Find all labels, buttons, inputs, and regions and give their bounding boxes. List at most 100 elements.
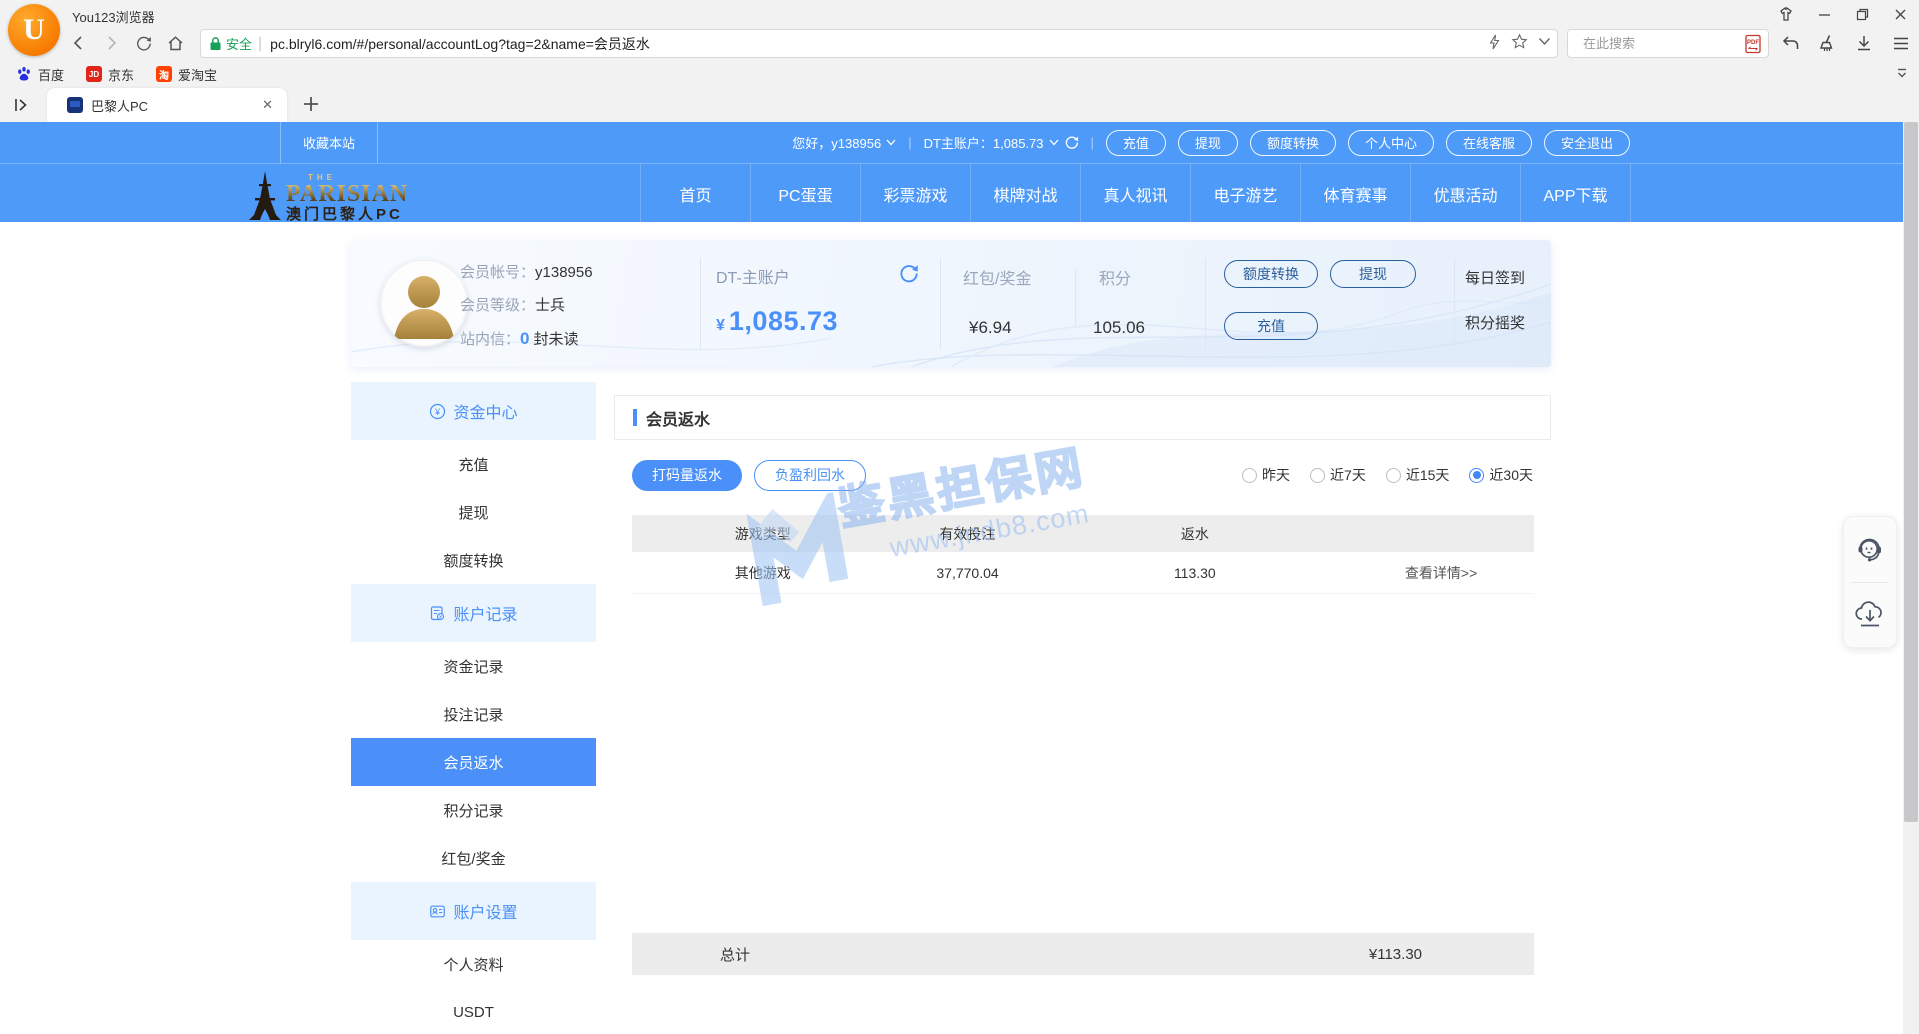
bookmark-baidu[interactable]: 百度 (16, 65, 64, 84)
total-value: ¥113.30 (1369, 946, 1422, 963)
menu-tool-icon[interactable] (1889, 32, 1913, 56)
bookmark-star-icon[interactable] (1511, 33, 1528, 50)
eiffel-tower-icon (248, 170, 282, 222)
taobao-icon: 淘 (156, 66, 172, 82)
security-label: 安全 (226, 34, 252, 53)
new-tab-button[interactable] (300, 93, 322, 115)
sidebar-item-withdraw[interactable]: 提现 (351, 488, 596, 536)
restore-button[interactable] (1851, 4, 1873, 24)
tab-loss-rebate[interactable]: 负盈利回水 (754, 460, 866, 491)
browser-tab[interactable]: 巴黎人PC ✕ (47, 88, 287, 122)
sidebar-item-points-records[interactable]: 积分记录 (351, 786, 596, 834)
sidebar-item-member-rebate[interactable]: 会员返水 (351, 738, 596, 786)
topbar-profile-button[interactable]: 个人中心 (1348, 130, 1434, 156)
card-transfer-button[interactable]: 额度转换 (1224, 260, 1318, 288)
sidebar-item-bet-records[interactable]: 投注记录 (351, 690, 596, 738)
view-details-link[interactable]: 查看详情>> (1348, 563, 1534, 583)
topbar-logout-button[interactable]: 安全退出 (1544, 130, 1630, 156)
range-7days[interactable]: 近7天 (1310, 465, 1366, 485)
refresh-balance-icon[interactable] (1064, 135, 1079, 150)
range-15days[interactable]: 近15天 (1386, 465, 1450, 485)
app-download-button[interactable] (1844, 583, 1896, 648)
nav-item-promos[interactable]: 优惠活动 (1410, 164, 1520, 223)
tab-volume-rebate[interactable]: 打码量返水 (632, 460, 742, 491)
chevron-down-icon (1049, 139, 1059, 146)
avatar[interactable] (380, 259, 468, 347)
card-withdraw-button[interactable]: 提现 (1330, 260, 1416, 288)
nav-item-sports[interactable]: 体育赛事 (1300, 164, 1410, 223)
forward-icon[interactable] (98, 30, 124, 56)
headset-icon (1855, 534, 1885, 564)
nav-item-app[interactable]: APP下载 (1520, 164, 1630, 223)
bookmark-taobao[interactable]: 淘 爱淘宝 (156, 65, 217, 84)
sidebar-item-personal-info[interactable]: 个人资料 (351, 940, 596, 988)
page-scrollbar[interactable] (1903, 122, 1919, 1034)
sidebar-item-bonus[interactable]: 红包/奖金 (351, 834, 596, 882)
minimize-button[interactable] (1813, 4, 1835, 24)
account-record-icon: ¥ (429, 605, 446, 622)
topbar-transfer-button[interactable]: 额度转换 (1250, 130, 1336, 156)
tab-close-icon[interactable]: ✕ (258, 95, 277, 115)
browser-title: You123浏览器 (72, 7, 155, 26)
search-input[interactable] (1583, 36, 1759, 51)
card-deposit-button[interactable]: 充值 (1224, 312, 1318, 340)
browser-logo: U (8, 4, 60, 56)
sidebar-item-usdt[interactable]: USDT (351, 988, 596, 1034)
cell-game-type: 其他游戏 (632, 563, 894, 583)
app-window: U You123浏览器 (0, 0, 1919, 1034)
url-field[interactable]: 安全 | pc.blryl6.com/#/personal/accountLog… (200, 29, 1558, 58)
customer-service-button[interactable] (1844, 517, 1896, 582)
site-topbar: 收藏本站 您好，y138956 | DT主账户：1,085.73 | 充值 提现… (0, 122, 1919, 163)
refresh-icon[interactable] (130, 30, 156, 56)
url-dropdown-icon[interactable] (1538, 37, 1551, 46)
topbar-withdraw-button[interactable]: 提现 (1178, 130, 1238, 156)
nav-item-live[interactable]: 真人视讯 (1080, 164, 1190, 223)
undo-tool-icon[interactable] (1778, 32, 1802, 56)
nav-item-lottery[interactable]: 彩票游戏 (860, 164, 970, 223)
sidebar-item-transfer[interactable]: 额度转换 (351, 536, 596, 584)
member-level: 士兵 (535, 297, 565, 314)
main-account-summary[interactable]: DT主账户：1,085.73 (924, 133, 1079, 152)
home-icon[interactable] (162, 30, 188, 56)
sidebar-section-funds: ¥ 资金中心 (351, 382, 596, 440)
bonus-label: 红包/奖金 (963, 265, 1031, 289)
back-icon[interactable] (66, 30, 92, 56)
table-total-row: 总计 ¥113.30 (632, 933, 1534, 975)
range-30days[interactable]: 近30天 (1469, 465, 1533, 485)
cleaner-tool-icon[interactable] (1815, 32, 1839, 56)
scrollbar-thumb[interactable] (1904, 122, 1918, 822)
theme-shirt-icon[interactable] (1775, 4, 1797, 24)
main-navigation: 首页 PC蛋蛋 彩票游戏 棋牌对战 真人视讯 电子游艺 体育赛事 优惠活动 AP… (640, 164, 1631, 223)
close-button[interactable] (1889, 4, 1911, 24)
favorite-site-link[interactable]: 收藏本站 (280, 122, 378, 163)
unread-mail-count[interactable]: 0 (520, 329, 529, 348)
bonus-value: ¥6.94 (969, 318, 1012, 338)
flash-icon[interactable] (1488, 34, 1501, 50)
refresh-wallet-icon[interactable] (898, 263, 919, 284)
points-lottery-link[interactable]: 积分摇奖 (1465, 312, 1525, 333)
logo-subtitle: 澳门巴黎人PC (286, 207, 408, 222)
sidebar-section-records: ¥ 账户记录 (351, 584, 596, 642)
toolbar-collapse-icon[interactable] (1895, 66, 1909, 80)
rebate-table: 游戏类型 有效投注 返水 其他游戏 37,770.04 113.30 查看详情>… (632, 515, 1534, 594)
tab-sidebar-toggle-icon[interactable] (12, 96, 30, 114)
sidebar-section-settings: 账户设置 (351, 882, 596, 940)
range-yesterday[interactable]: 昨天 (1242, 465, 1290, 485)
topbar-deposit-button[interactable]: 充值 (1106, 130, 1166, 156)
topbar-service-button[interactable]: 在线客服 (1446, 130, 1532, 156)
date-range-group: 昨天 近7天 近15天 近30天 (1242, 465, 1533, 485)
daily-signin-link[interactable]: 每日签到 (1465, 267, 1525, 288)
nav-item-chess[interactable]: 棋牌对战 (970, 164, 1080, 223)
sidebar-item-fund-records[interactable]: 资金记录 (351, 642, 596, 690)
nav-item-pcdandan[interactable]: PC蛋蛋 (750, 164, 860, 223)
pdf-tool-icon[interactable]: PDF (1741, 32, 1765, 56)
nav-item-home[interactable]: 首页 (640, 164, 750, 223)
table-header-row: 游戏类型 有效投注 返水 (632, 515, 1534, 552)
sidebar-item-deposit[interactable]: 充值 (351, 440, 596, 488)
site-logo[interactable]: THE PARISIAN 澳门巴黎人PC (248, 166, 408, 222)
bookmark-jd[interactable]: JD 京东 (86, 65, 134, 84)
nav-item-slots[interactable]: 电子游艺 (1190, 164, 1300, 223)
download-tool-icon[interactable] (1852, 32, 1876, 56)
quick-search[interactable] (1567, 29, 1769, 58)
user-greeting[interactable]: 您好，y138956 (792, 133, 896, 152)
